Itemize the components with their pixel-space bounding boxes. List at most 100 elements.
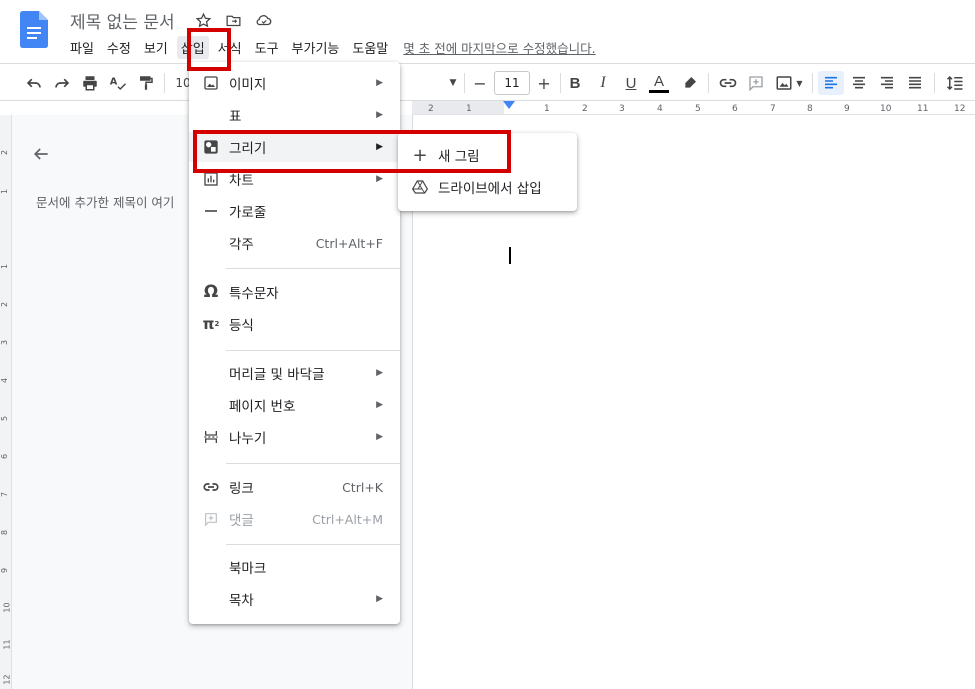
menu-item-link[interactable]: 링크 Ctrl+K (189, 472, 400, 502)
shortcut-label: Ctrl+Alt+F (315, 235, 383, 251)
move-folder-icon[interactable] (225, 11, 243, 29)
zoom-select[interactable]: 10 (175, 72, 190, 94)
link-icon (202, 478, 220, 496)
submenu-arrow-icon: ▶ (376, 78, 383, 88)
toolbar: A 10 ▼ − 11 + B I U A ▼ (0, 63, 975, 101)
shortcut-label: Ctrl+K (342, 479, 383, 495)
ruler-tick: 7 (770, 104, 776, 114)
highlight-box-insert-menu (187, 28, 231, 71)
text-color-icon[interactable]: A (648, 72, 670, 94)
menu-item-table-of-contents[interactable]: 목차 ▶ (189, 584, 400, 614)
menu-item-footnote[interactable]: 각주 Ctrl+Alt+F (189, 228, 400, 258)
align-center-icon[interactable] (848, 72, 870, 94)
submenu-item-label: 드라이브에서 삽입 (438, 181, 542, 197)
print-icon[interactable] (80, 72, 100, 94)
ruler-tick: 1 (0, 263, 10, 270)
star-icon[interactable] (195, 11, 213, 29)
svg-text:A: A (110, 77, 118, 88)
add-comment-icon[interactable] (746, 72, 766, 94)
comment-icon (202, 510, 220, 528)
pi-icon: π2 (202, 315, 220, 333)
drive-icon (411, 178, 429, 196)
menu-item-page-numbers[interactable]: 페이지 번호 ▶ (189, 390, 400, 420)
menu-item-horizontal-line[interactable]: 가로줄 (189, 196, 400, 226)
indent-marker-icon[interactable] (503, 101, 515, 111)
omega-icon: Ω (203, 282, 219, 302)
shortcut-label: Ctrl+Alt+M (312, 511, 383, 527)
menu-item-table[interactable]: 표 ▶ (189, 100, 400, 130)
menu-addons[interactable]: 부가기능 (288, 36, 344, 59)
ruler-tick: 4 (657, 104, 663, 114)
ruler-tick: 12 (954, 104, 966, 114)
menu-tools[interactable]: 도구 (251, 36, 283, 59)
increase-font-size-button[interactable]: + (534, 72, 554, 94)
menu-item-label: 머리글 및 바닥글 (229, 367, 325, 383)
ruler-tick: 6 (0, 453, 10, 460)
last-edit-link[interactable]: 몇 초 전에 마지막으로 수정했습니다. (403, 38, 595, 57)
align-right-icon[interactable] (876, 72, 898, 94)
insert-image-icon[interactable]: ▼ (772, 72, 806, 94)
ruler-tick: 7 (0, 491, 10, 498)
submenu-arrow-icon: ▶ (376, 174, 383, 184)
justify-icon[interactable] (904, 72, 926, 94)
menu-help[interactable]: 도움말 (348, 36, 392, 59)
undo-icon[interactable] (24, 72, 44, 94)
menu-item-image[interactable]: 이미지 ▶ (189, 68, 400, 98)
ruler-tick: 12 (2, 674, 12, 685)
ruler-tick: 8 (0, 529, 10, 536)
ruler-tick: 6 (732, 104, 738, 114)
menubar: 파일 수정 보기 삽입 서식 도구 부가기능 도움말 몇 초 전에 마지막으로 … (66, 35, 596, 59)
decrease-font-size-button[interactable]: − (470, 72, 490, 94)
font-dropdown-arrow-icon[interactable]: ▼ (446, 72, 460, 94)
ruler-tick: 8 (807, 104, 813, 114)
bold-icon[interactable]: B (566, 72, 584, 94)
menu-item-label: 가로줄 (229, 205, 267, 221)
menu-item-special-characters[interactable]: Ω 특수문자 (189, 277, 400, 307)
submenu-arrow-icon: ▶ (376, 400, 383, 410)
align-left-icon[interactable] (818, 71, 844, 95)
ruler-tick: 5 (0, 415, 10, 422)
vertical-ruler[interactable]: 2 1 1 2 3 4 5 6 7 8 9 10 11 12 (0, 115, 12, 689)
cloud-saved-icon[interactable] (255, 11, 273, 29)
ruler-tick: 1 (544, 104, 550, 114)
ruler-tick: 9 (0, 567, 10, 574)
ruler-tick: 4 (0, 377, 10, 384)
text-cursor (509, 247, 511, 264)
paint-format-icon[interactable] (136, 72, 156, 94)
insert-link-icon[interactable] (718, 72, 738, 94)
menu-item-equation[interactable]: π2 등식 (189, 309, 400, 339)
horizontal-line-icon (202, 202, 220, 220)
submenu-item-from-drive[interactable]: 드라이브에서 삽입 (398, 171, 577, 203)
spellcheck-icon[interactable]: A (108, 72, 128, 94)
menu-item-label: 특수문자 (229, 286, 279, 302)
ruler-tick: 2 (582, 104, 588, 114)
docs-logo-icon[interactable] (20, 11, 48, 48)
ruler-tick: 10 (2, 602, 12, 613)
menu-item-header-footer[interactable]: 머리글 및 바닥글 ▶ (189, 358, 400, 388)
horizontal-ruler[interactable]: 2 1 1 2 3 4 5 6 7 8 9 10 11 12 (412, 101, 975, 115)
menu-item-label: 북마크 (229, 561, 267, 577)
menu-item-break[interactable]: 나누기 ▶ (189, 422, 400, 452)
redo-icon[interactable] (52, 72, 72, 94)
menu-item-label: 링크 (229, 481, 254, 497)
submenu-arrow-icon: ▶ (376, 368, 383, 378)
menu-edit[interactable]: 수정 (103, 36, 135, 59)
submenu-arrow-icon: ▶ (376, 432, 383, 442)
line-spacing-icon[interactable] (944, 72, 966, 94)
menu-item-label: 표 (229, 109, 242, 125)
highlight-color-icon[interactable] (680, 72, 700, 94)
menu-view[interactable]: 보기 (140, 36, 172, 59)
menu-item-bookmark[interactable]: 북마크 (189, 552, 400, 582)
ruler-tick: 1 (466, 104, 472, 114)
ruler-tick: 9 (844, 104, 850, 114)
back-arrow-icon[interactable] (31, 144, 51, 164)
menu-file[interactable]: 파일 (66, 36, 98, 59)
font-size-input[interactable]: 11 (494, 71, 530, 95)
document-title[interactable]: 제목 없는 문서 (70, 8, 175, 33)
ruler-tick: 11 (917, 104, 929, 114)
underline-icon[interactable]: U (622, 72, 640, 94)
italic-icon[interactable]: I (594, 72, 612, 94)
ruler-tick: 2 (428, 104, 434, 114)
submenu-arrow-icon: ▶ (376, 594, 383, 604)
ruler-tick: 2 (0, 301, 10, 308)
